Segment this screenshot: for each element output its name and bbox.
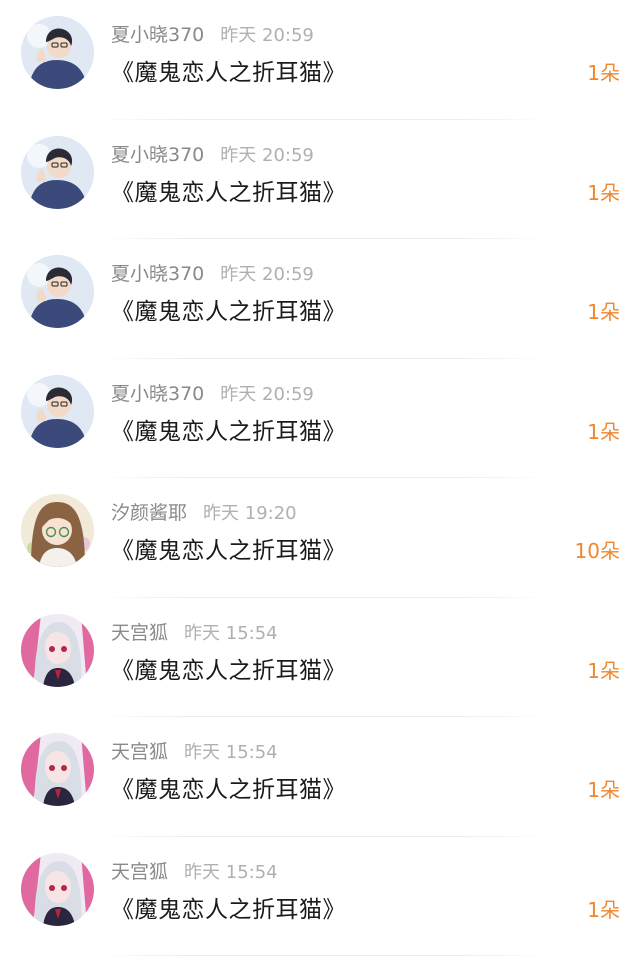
message-meta: 夏小晓370 昨天 20:59 — [111, 381, 314, 407]
gift-message-list: 夏小晓370 昨天 20:59 《魔鬼恋人之折耳猫》 1朵 夏小晓370 昨天 20… — [0, 0, 640, 953]
message-meta: 天宫狐昨天 15:54 — [111, 859, 278, 885]
timestamp: 昨天 20:59 — [220, 264, 314, 285]
username[interactable]: 天宫狐 — [111, 861, 168, 883]
boy-avatar-icon[interactable] — [21, 16, 94, 89]
message-meta: 天宫狐昨天 15:54 — [111, 620, 278, 646]
username[interactable]: 夏小晓370 — [111, 144, 204, 166]
username[interactable]: 天宫狐 — [111, 741, 168, 763]
flower-count: 10朵 — [575, 536, 620, 566]
boy-avatar-icon[interactable] — [21, 255, 94, 328]
timestamp: 昨天 15:54 — [184, 862, 278, 883]
book-title[interactable]: 《魔鬼恋人之折耳猫》 — [111, 655, 346, 687]
book-title[interactable]: 《魔鬼恋人之折耳猫》 — [111, 57, 346, 89]
username[interactable]: 夏小晓370 — [111, 263, 204, 285]
list-item[interactable]: 汐颜酱耶昨天 19:20 《魔鬼恋人之折耳猫》 10朵 — [0, 478, 640, 598]
anime-girl-avatar-icon[interactable] — [21, 733, 94, 806]
book-title[interactable]: 《魔鬼恋人之折耳猫》 — [111, 416, 346, 448]
timestamp: 昨天 20:59 — [220, 145, 314, 166]
list-item[interactable]: 天宫狐昨天 15:54 《魔鬼恋人之折耳猫》 1朵 — [0, 598, 640, 718]
list-item[interactable]: 天宫狐昨天 15:54 《魔鬼恋人之折耳猫》 1朵 — [0, 717, 640, 837]
flower-count: 1朵 — [587, 417, 620, 447]
timestamp: 昨天 15:54 — [184, 742, 278, 763]
flower-count: 1朵 — [587, 178, 620, 208]
anime-girl-avatar-icon[interactable] — [21, 853, 94, 926]
anime-girl-avatar-icon[interactable] — [21, 614, 94, 687]
message-meta: 天宫狐昨天 15:54 — [111, 739, 278, 765]
username[interactable]: 夏小晓370 — [111, 24, 204, 46]
timestamp: 昨天 20:59 — [220, 25, 314, 46]
message-meta: 汐颜酱耶昨天 19:20 — [111, 500, 297, 526]
flower-count: 1朵 — [587, 58, 620, 88]
book-title[interactable]: 《魔鬼恋人之折耳猫》 — [111, 177, 346, 209]
list-item[interactable]: 夏小晓370 昨天 20:59 《魔鬼恋人之折耳猫》 1朵 — [0, 120, 640, 240]
list-item[interactable]: 天宫狐昨天 15:54 《魔鬼恋人之折耳猫》 1朵 — [0, 837, 640, 956]
book-title[interactable]: 《魔鬼恋人之折耳猫》 — [111, 296, 346, 328]
girl-glasses-avatar-icon[interactable] — [21, 494, 94, 567]
message-meta: 夏小晓370 昨天 20:59 — [111, 261, 314, 287]
timestamp: 昨天 20:59 — [220, 384, 314, 405]
flower-count: 1朵 — [587, 895, 620, 925]
book-title[interactable]: 《魔鬼恋人之折耳猫》 — [111, 774, 346, 806]
list-item[interactable]: 夏小晓370 昨天 20:59 《魔鬼恋人之折耳猫》 1朵 — [0, 0, 640, 120]
flower-count: 1朵 — [587, 297, 620, 327]
book-title[interactable]: 《魔鬼恋人之折耳猫》 — [111, 894, 346, 926]
list-item[interactable]: 夏小晓370 昨天 20:59 《魔鬼恋人之折耳猫》 1朵 — [0, 359, 640, 479]
boy-avatar-icon[interactable] — [21, 136, 94, 209]
boy-avatar-icon[interactable] — [21, 375, 94, 448]
flower-count: 1朵 — [587, 656, 620, 686]
book-title[interactable]: 《魔鬼恋人之折耳猫》 — [111, 535, 346, 567]
message-meta: 夏小晓370 昨天 20:59 — [111, 22, 314, 48]
username[interactable]: 天宫狐 — [111, 622, 168, 644]
message-meta: 夏小晓370 昨天 20:59 — [111, 142, 314, 168]
username[interactable]: 夏小晓370 — [111, 383, 204, 405]
list-item[interactable]: 夏小晓370 昨天 20:59 《魔鬼恋人之折耳猫》 1朵 — [0, 239, 640, 359]
flower-count: 1朵 — [587, 775, 620, 805]
username[interactable]: 汐颜酱耶 — [111, 502, 187, 524]
timestamp: 昨天 15:54 — [184, 623, 278, 644]
timestamp: 昨天 19:20 — [203, 503, 297, 524]
